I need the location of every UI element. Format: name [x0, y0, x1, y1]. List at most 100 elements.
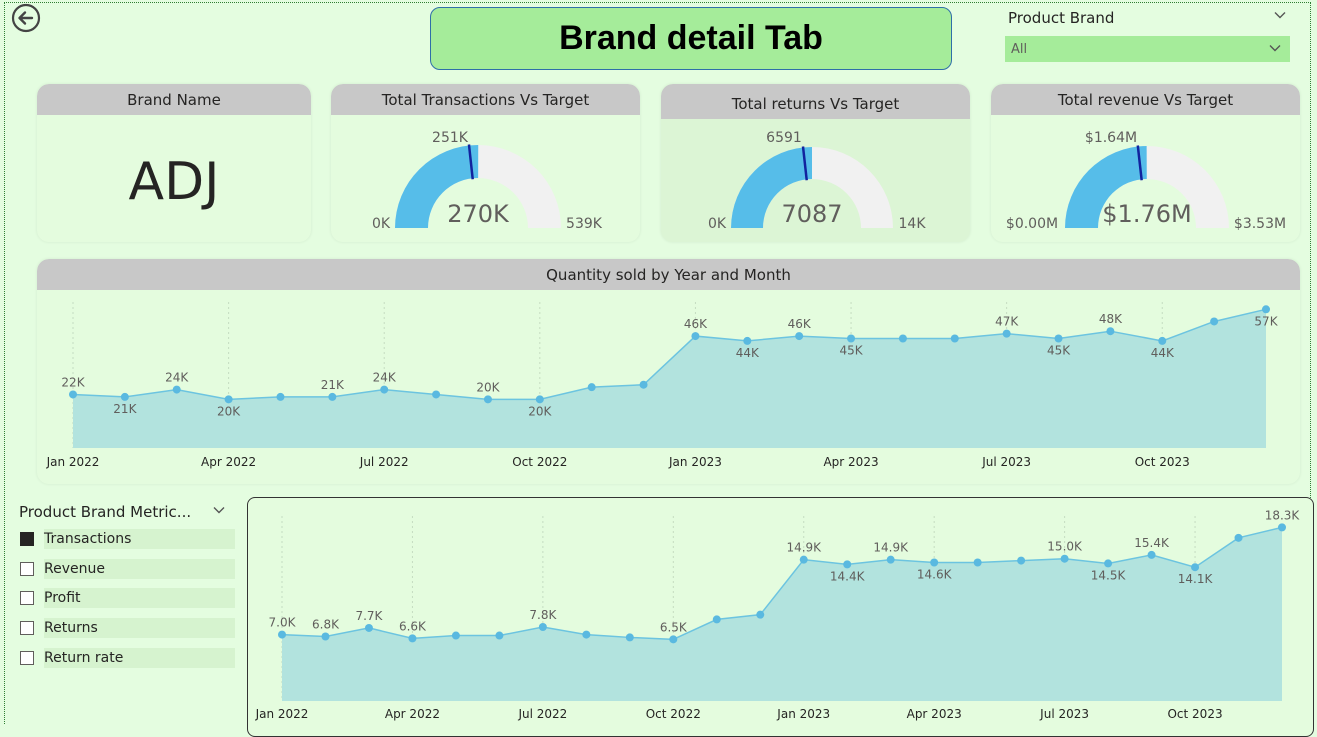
metric-option-label: Return rate	[44, 648, 235, 668]
data-point[interactable]	[483, 395, 492, 404]
metric-area-chart: 7.0K 6.8K 7.7K 6.6K 7.8K 6.5K 14.9K 14.4K 14.9K 1…	[255, 508, 1301, 721]
product-brand-dropdown[interactable]: All	[1005, 36, 1290, 62]
data-point[interactable]	[432, 390, 441, 399]
data-label: 22K	[61, 375, 85, 389]
data-label: 6.8K	[312, 617, 340, 631]
area-fill	[73, 309, 1266, 448]
data-point[interactable]	[408, 634, 417, 643]
data-point[interactable]	[843, 560, 852, 569]
data-point[interactable]	[538, 623, 547, 631]
gauge-value: 7087	[781, 200, 842, 228]
gauge-value: $1.76M	[1102, 200, 1191, 228]
data-point[interactable]	[669, 635, 678, 644]
data-label: 7.7K	[355, 609, 383, 623]
data-point[interactable]	[1104, 559, 1113, 568]
data-point[interactable]	[328, 392, 337, 401]
x-tick-label: Jan 2023	[776, 707, 830, 721]
metric-option-revenue[interactable]: Revenue	[19, 559, 235, 581]
data-point[interactable]	[120, 392, 129, 401]
data-label: 21K	[113, 402, 137, 416]
data-point[interactable]	[321, 632, 330, 641]
data-label: 6.5K	[660, 620, 688, 634]
checkbox[interactable]	[20, 562, 34, 576]
data-point[interactable]	[1054, 334, 1063, 343]
area-fill	[282, 527, 1282, 701]
data-point[interactable]	[930, 558, 939, 567]
data-point[interactable]	[973, 558, 982, 567]
data-point[interactable]	[886, 555, 895, 564]
revenue-gauge: $1.64M $1.76M $0.00M $3.53M	[1006, 130, 1286, 232]
data-point[interactable]	[639, 380, 648, 389]
data-point[interactable]	[451, 631, 460, 640]
data-label: 24K	[165, 371, 189, 385]
data-point[interactable]	[1262, 305, 1270, 314]
quantity-sold-area-chart: 22K 21K 24K 20K 21K 24K 20K 20K 46K 44K 46K 45K 47K 4…	[46, 302, 1279, 469]
gauge-max-label: 539K	[566, 216, 603, 232]
data-point[interactable]	[847, 334, 856, 343]
data-point[interactable]	[1147, 550, 1156, 559]
data-point[interactable]	[587, 383, 596, 392]
gauge-value: 270K	[447, 200, 510, 228]
data-point[interactable]	[1060, 554, 1069, 563]
data-label: 46K	[684, 317, 708, 331]
data-point[interactable]	[1106, 327, 1115, 336]
data-point[interactable]	[276, 392, 285, 401]
data-point[interactable]	[1017, 556, 1026, 565]
data-point[interactable]	[535, 395, 544, 404]
data-point[interactable]	[743, 336, 752, 345]
data-point[interactable]	[582, 630, 591, 639]
data-point[interactable]	[224, 395, 233, 404]
data-label: 45K	[839, 344, 863, 358]
data-point[interactable]	[898, 334, 907, 343]
data-point[interactable]	[691, 332, 700, 341]
data-point[interactable]	[1210, 317, 1219, 326]
data-point[interactable]	[799, 555, 808, 564]
x-tick-label: Oct 2023	[1167, 707, 1222, 721]
x-tick-label: Apr 2023	[907, 707, 962, 721]
page-title: Brand detail Tab	[430, 7, 952, 70]
data-point[interactable]	[1158, 336, 1167, 345]
data-point[interactable]	[795, 332, 804, 341]
checkbox[interactable]	[20, 591, 34, 605]
data-point[interactable]	[172, 385, 181, 394]
metric-option-return-rate[interactable]: Return rate	[19, 648, 235, 670]
checkbox[interactable]	[20, 621, 34, 635]
data-point[interactable]	[69, 390, 77, 399]
data-label: 45K	[1047, 344, 1071, 358]
data-point[interactable]	[1278, 523, 1286, 532]
product-brand-slicer-title: Product Brand	[1008, 9, 1115, 27]
checkbox[interactable]	[20, 532, 34, 546]
chevron-down-icon[interactable]	[211, 502, 227, 518]
product-brand-selected: All	[1011, 42, 1028, 57]
x-tick-label: Jul 2022	[359, 455, 409, 469]
metric-option-transactions[interactable]: Transactions	[19, 529, 235, 551]
data-point[interactable]	[1191, 563, 1200, 572]
brand-name-card: Brand Name ADJ	[37, 84, 311, 242]
data-point[interactable]	[625, 633, 634, 642]
data-label: 14.1K	[1178, 572, 1214, 586]
chevron-down-icon[interactable]	[1272, 7, 1288, 23]
data-label: 44K	[736, 346, 760, 360]
data-label: 15.4K	[1134, 536, 1170, 550]
revenue-gauge-card: Total revenue Vs Target $1.64M $1.76M $0…	[991, 84, 1300, 242]
data-point[interactable]	[364, 623, 373, 632]
checkbox[interactable]	[20, 651, 34, 665]
data-point[interactable]	[278, 630, 286, 639]
x-tick-label: Jan 2022	[255, 707, 309, 721]
card-title: Brand Name	[37, 84, 311, 115]
data-label: 7.0K	[269, 616, 297, 630]
data-point[interactable]	[1234, 533, 1243, 542]
data-point[interactable]	[950, 334, 959, 343]
data-point[interactable]	[756, 610, 765, 619]
data-point[interactable]	[712, 615, 721, 624]
data-point[interactable]	[380, 385, 389, 394]
data-point[interactable]	[495, 631, 504, 640]
gauge-max-label: $3.53M	[1234, 216, 1286, 232]
metric-slicer-title: Product Brand Metric...	[19, 503, 192, 521]
back-arrow-icon[interactable]	[11, 3, 41, 33]
metric-option-profit[interactable]: Profit	[19, 588, 235, 610]
data-label: 6.6K	[399, 619, 427, 633]
metric-option-returns[interactable]: Returns	[19, 618, 235, 640]
data-point[interactable]	[1002, 329, 1011, 338]
x-tick-label: Jul 2023	[1039, 707, 1089, 721]
